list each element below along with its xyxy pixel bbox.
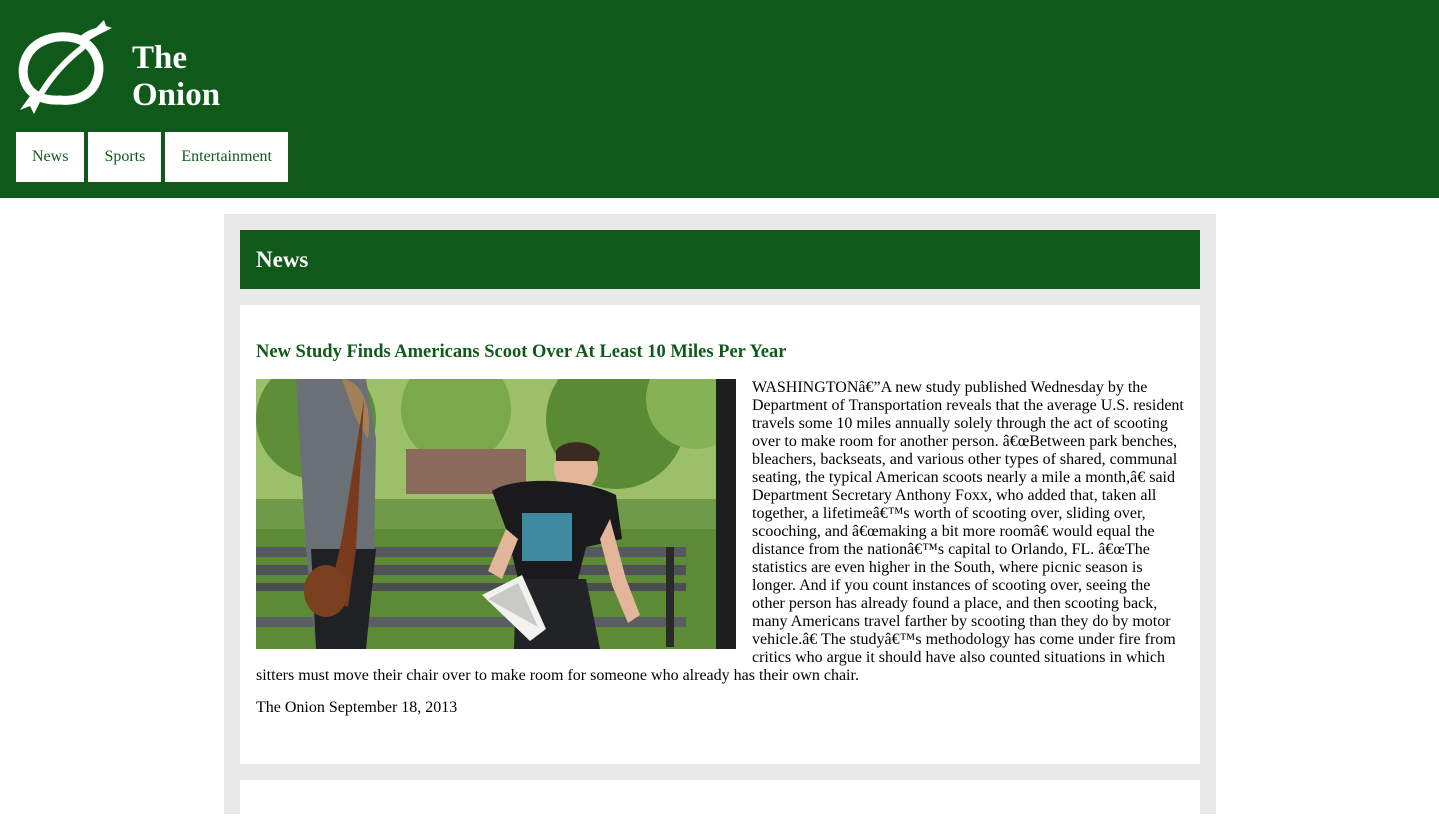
next-article-card <box>240 780 1200 820</box>
site-header: The Onion News Sports Entertainment <box>0 0 1439 198</box>
article-title[interactable]: New Study Finds Americans Scoot Over At … <box>256 341 1184 363</box>
section-title: News <box>240 230 1200 289</box>
site-title-line2: Onion <box>132 77 221 113</box>
onion-logo-icon[interactable] <box>16 14 112 114</box>
content-panel: News New Study Finds Americans Scoot Ove… <box>224 214 1216 820</box>
nav-item-entertainment[interactable]: Entertainment <box>165 132 288 182</box>
nav-item-news[interactable]: News <box>16 132 85 182</box>
article-photo <box>256 379 736 649</box>
main-nav: News Sports Entertainment <box>16 132 288 182</box>
article-byline: The Onion September 18, 2013 <box>256 699 458 716</box>
article-card: New Study Finds Americans Scoot Over At … <box>240 305 1200 764</box>
site-title[interactable]: The Onion <box>132 40 220 114</box>
nav-item-sports[interactable]: Sports <box>88 132 162 182</box>
site-title-line1: The <box>132 40 188 76</box>
